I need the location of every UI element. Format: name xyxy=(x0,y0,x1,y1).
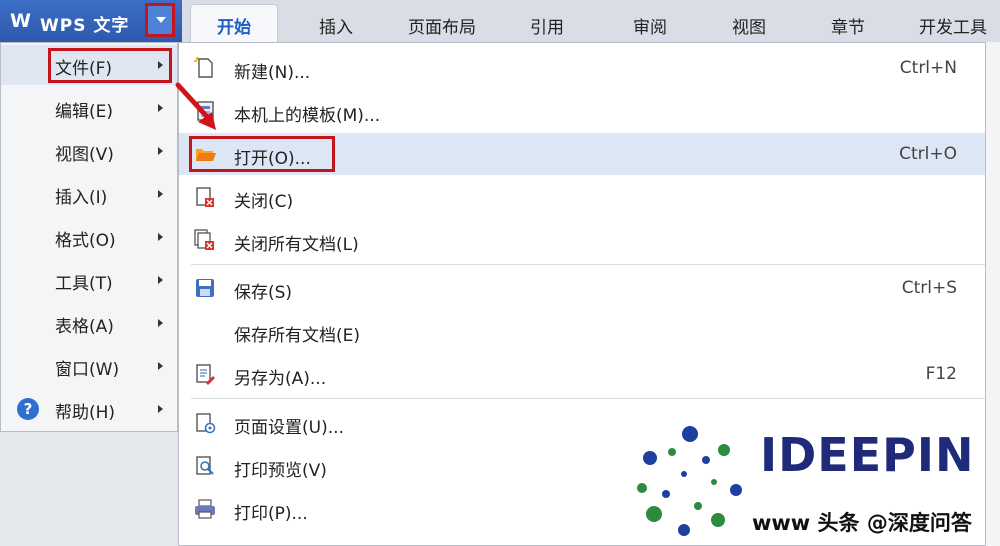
app-menu-dropdown-button[interactable] xyxy=(145,3,175,37)
close-document-icon xyxy=(196,187,214,207)
menu-separator xyxy=(191,398,985,399)
menu-item-label: 视图(V) xyxy=(55,145,114,165)
chevron-right-icon xyxy=(158,405,163,413)
menu-item-format[interactable]: 格式(O) xyxy=(1,217,177,257)
app-main-menu: 文件(F) 编辑(E) 视图(V) 插入(I) 格式(O) 工具(T) 表格(A… xyxy=(0,42,178,432)
menu-item-label: 本机上的模板(M)... xyxy=(234,106,381,126)
open-folder-icon xyxy=(196,149,216,161)
shortcut-label: F12 xyxy=(925,364,957,384)
menu-item-help[interactable]: ? 帮助(H) xyxy=(1,389,177,429)
chevron-down-icon xyxy=(156,17,166,23)
menu-item-label: 插入(I) xyxy=(55,188,108,208)
shortcut-label: Ctrl+N xyxy=(899,58,957,78)
wps-app-menu[interactable]: W WPS 文字 xyxy=(0,0,182,42)
printer-icon xyxy=(195,499,215,519)
menu-item-label: 关闭所有文档(L) xyxy=(234,235,359,255)
page-setup-icon xyxy=(196,413,216,434)
tab-review[interactable]: 审阅 xyxy=(633,13,667,38)
menu-item-label: 保存(S) xyxy=(234,283,293,303)
menu-item-close[interactable]: 关闭(C) xyxy=(179,176,985,218)
menu-item-view[interactable]: 视图(V) xyxy=(1,131,177,171)
chevron-right-icon xyxy=(158,233,163,241)
menu-item-open[interactable]: 打开(O)... Ctrl+O xyxy=(179,133,985,175)
chevron-right-icon xyxy=(158,147,163,155)
menu-item-label: 打印(P)... xyxy=(234,504,308,524)
tab-references[interactable]: 引用 xyxy=(530,13,564,38)
menu-item-save-as[interactable]: 另存为(A)... F12 xyxy=(179,353,985,395)
document-area xyxy=(985,42,1000,546)
menu-item-save[interactable]: 保存(S) Ctrl+S xyxy=(179,267,985,309)
menu-item-label: 保存所有文档(E) xyxy=(234,326,361,346)
menu-item-label: 关闭(C) xyxy=(234,192,294,212)
new-document-icon xyxy=(194,57,213,78)
menu-item-new[interactable]: 新建(N)... Ctrl+N xyxy=(179,47,985,89)
menu-item-label: 窗口(W) xyxy=(55,360,120,380)
tab-view[interactable]: 视图 xyxy=(732,13,766,38)
title-bar: W WPS 文字 开始 插入 页面布局 引用 审阅 视图 章节 开发工具 xyxy=(0,0,1000,42)
chevron-right-icon xyxy=(158,319,163,327)
menu-item-save-all[interactable]: 保存所有文档(E) xyxy=(179,310,985,352)
wps-logo-icon: W xyxy=(10,10,31,32)
save-as-icon xyxy=(196,364,215,385)
logo-wordmark: IDEEPIN xyxy=(760,428,975,482)
shortcut-label: Ctrl+S xyxy=(901,278,957,298)
menu-item-label: 新建(N)... xyxy=(234,63,311,83)
watermark-caption: www 头条 @深度问答 xyxy=(752,511,972,535)
menu-item-label: 编辑(E) xyxy=(55,102,114,122)
tab-home[interactable]: 开始 xyxy=(190,4,278,42)
chevron-right-icon xyxy=(158,104,163,112)
menu-item-label: 工具(T) xyxy=(55,274,113,294)
menu-item-table[interactable]: 表格(A) xyxy=(1,303,177,343)
close-all-documents-icon xyxy=(194,229,214,250)
menu-item-label: 打开(O)... xyxy=(234,149,311,169)
menu-item-label: 文件(F) xyxy=(55,59,113,79)
chevron-right-icon xyxy=(158,276,163,284)
chevron-right-icon xyxy=(158,61,163,69)
tab-page-layout[interactable]: 页面布局 xyxy=(408,13,476,38)
chevron-right-icon xyxy=(158,190,163,198)
ribbon-tabs: 开始 插入 页面布局 引用 审阅 视图 章节 开发工具 xyxy=(182,0,1000,42)
menu-item-label: 页面设置(U)... xyxy=(234,418,344,438)
chevron-right-icon xyxy=(158,362,163,370)
menu-item-close-all[interactable]: 关闭所有文档(L) xyxy=(179,219,985,261)
menu-item-edit[interactable]: 编辑(E) xyxy=(1,88,177,128)
annotation-arrow-icon xyxy=(175,82,216,130)
menu-item-file[interactable]: 文件(F) xyxy=(1,45,177,85)
menu-item-tools[interactable]: 工具(T) xyxy=(1,260,177,300)
tab-developer[interactable]: 开发工具 xyxy=(919,13,987,38)
menu-item-label: 帮助(H) xyxy=(55,403,116,423)
help-icon: ? xyxy=(17,398,39,420)
menu-item-label: 打印预览(V) xyxy=(234,461,327,481)
menu-separator xyxy=(191,264,985,265)
app-title: WPS 文字 xyxy=(40,16,130,36)
tab-insert[interactable]: 插入 xyxy=(319,13,353,38)
tab-chapter[interactable]: 章节 xyxy=(831,13,865,38)
shortcut-label: Ctrl+O xyxy=(899,144,957,164)
save-icon xyxy=(196,279,214,297)
menu-item-label: 另存为(A)... xyxy=(234,369,327,389)
menu-item-label: 格式(O) xyxy=(55,231,116,251)
menu-item-insert[interactable]: 插入(I) xyxy=(1,174,177,214)
menu-item-window[interactable]: 窗口(W) xyxy=(1,346,177,386)
menu-item-local-templates[interactable]: 本机上的模板(M)... xyxy=(179,90,985,132)
print-preview-icon xyxy=(196,456,214,475)
menu-item-label: 表格(A) xyxy=(55,317,114,337)
